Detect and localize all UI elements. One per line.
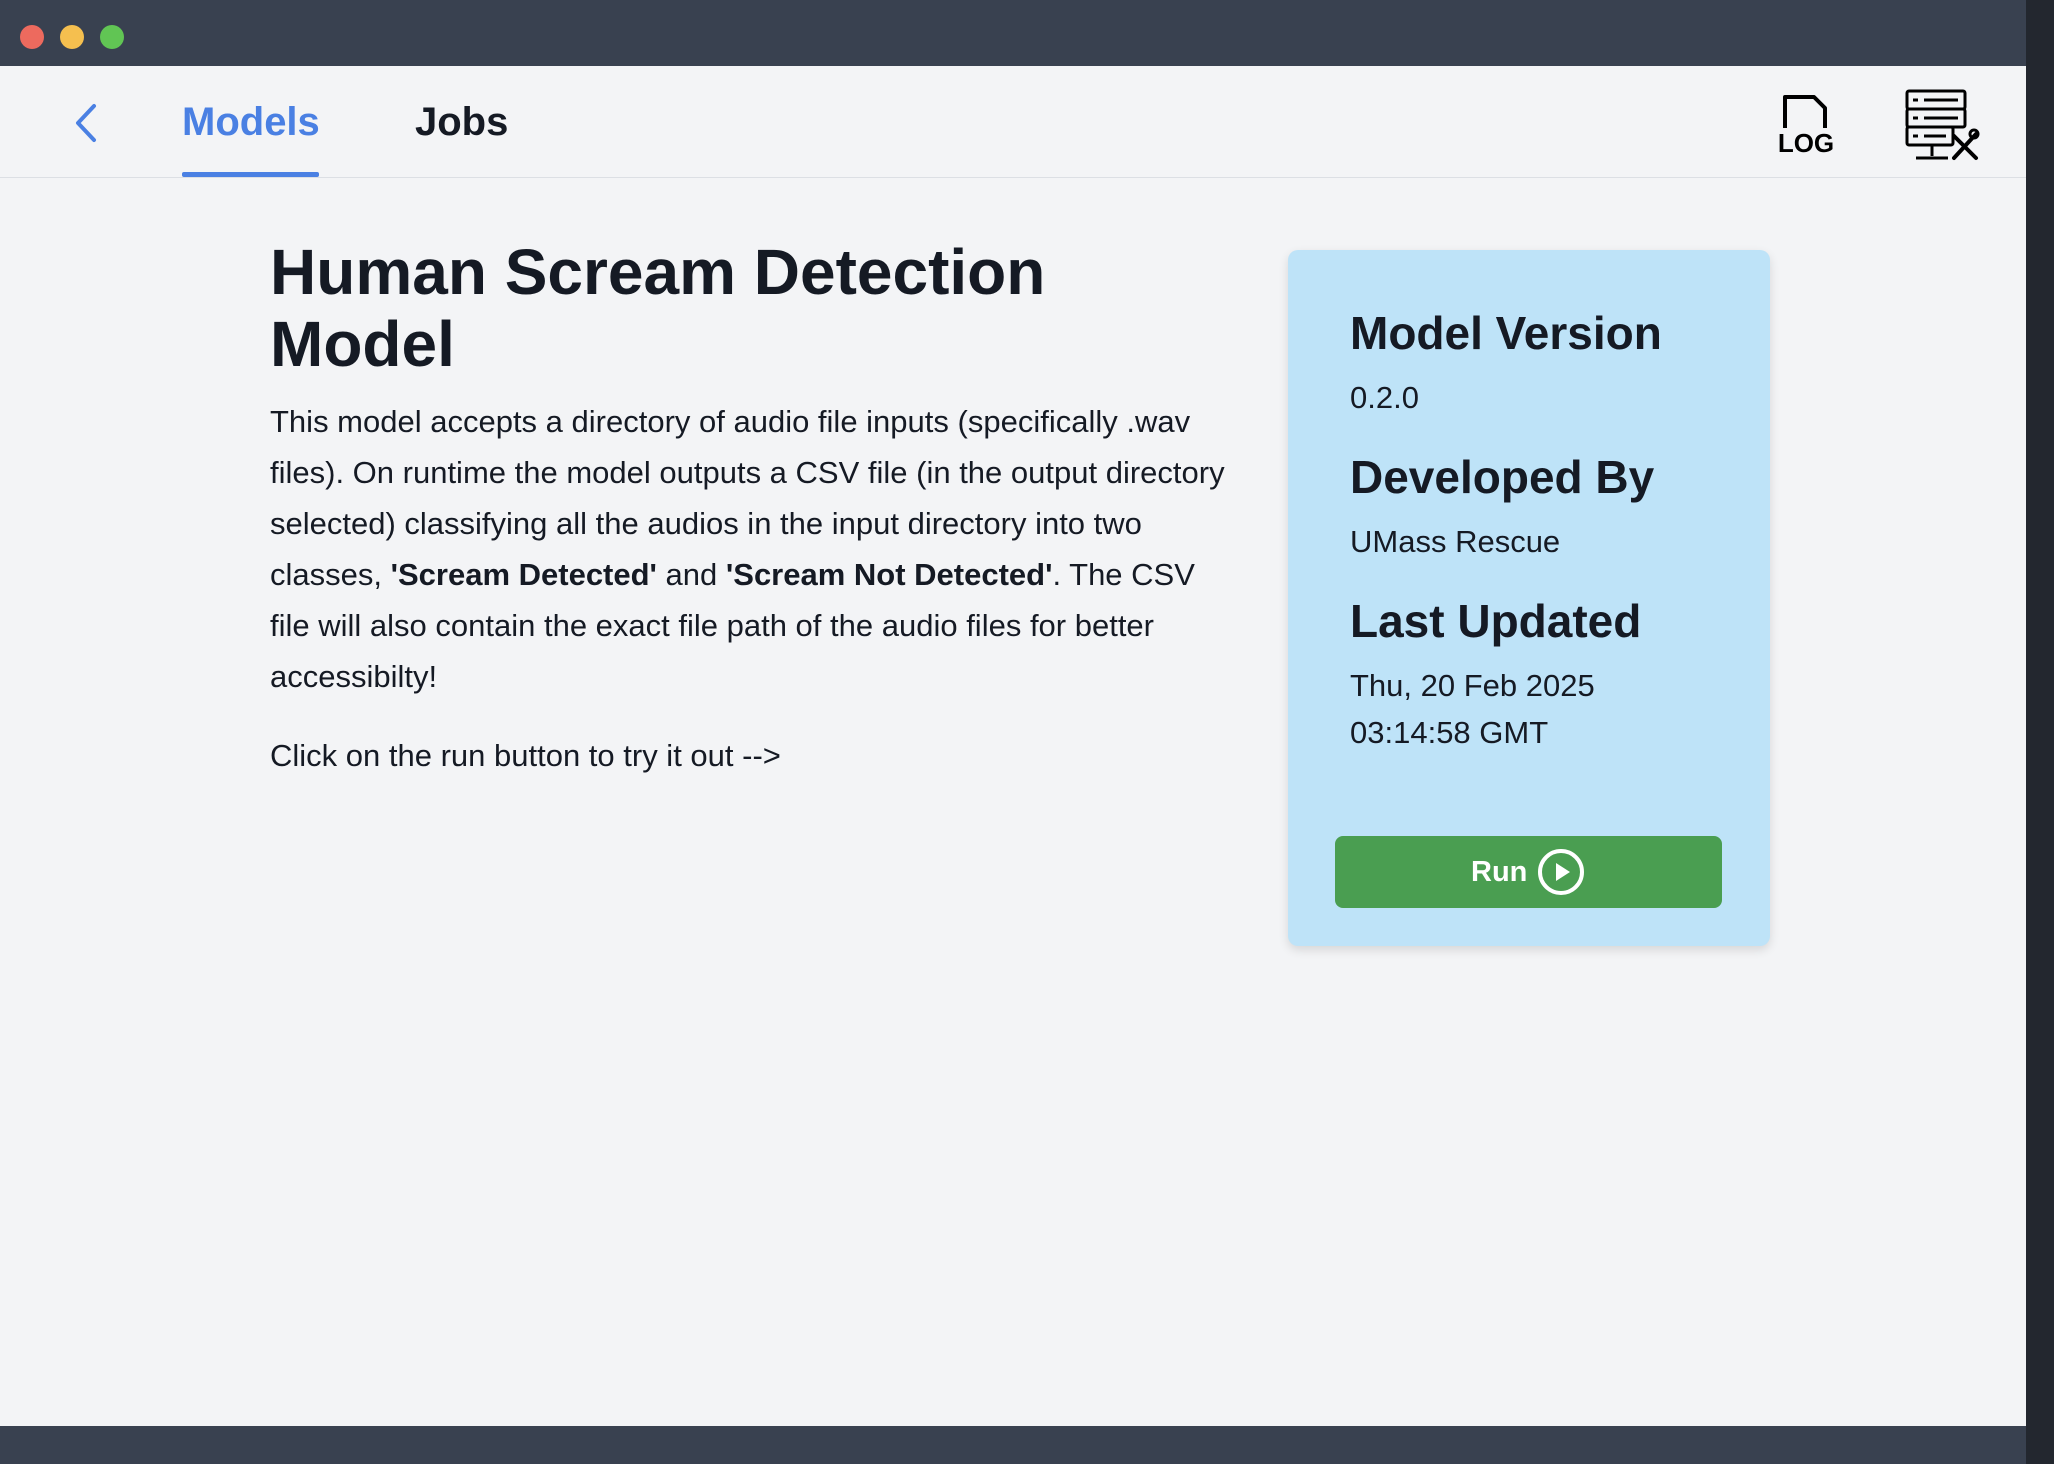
play-circle-icon: [1538, 849, 1584, 895]
last-updated-heading: Last Updated: [1350, 595, 1642, 647]
class-label-scream-detected: 'Scream Detected': [390, 557, 657, 592]
tab-models[interactable]: Models: [182, 102, 320, 142]
server-settings-button[interactable]: [1904, 88, 1980, 164]
close-window-button[interactable]: [20, 25, 44, 49]
active-tab-indicator: [182, 172, 319, 177]
desktop-background-strip: [2026, 0, 2054, 1464]
app-window: Models Jobs LOG Human Scream Detection M…: [0, 0, 2026, 1464]
chevron-left-icon: [76, 104, 96, 142]
class-label-scream-not-detected: 'Scream Not Detected': [725, 557, 1053, 592]
last-updated-value: Thu, 20 Feb 2025 03:14:58 GMT: [1350, 668, 1595, 750]
back-button[interactable]: [70, 102, 104, 144]
window-bottom-bar: [0, 1426, 2026, 1464]
model-info-card: Model Version 0.2.0 Developed By UMass R…: [1288, 250, 1770, 946]
run-instruction: Click on the run button to try it out --…: [270, 738, 781, 773]
server-settings-icon: [1905, 89, 1980, 160]
log-button[interactable]: LOG: [1776, 94, 1836, 158]
developed-by-value: UMass Rescue: [1350, 524, 1561, 559]
minimize-window-button[interactable]: [60, 25, 84, 49]
tab-jobs[interactable]: Jobs: [415, 102, 508, 142]
log-file-icon: [1783, 95, 1827, 128]
log-label: LOG: [1777, 128, 1835, 158]
model-version-heading: Model Version: [1350, 307, 1662, 359]
model-version-value: 0.2.0: [1350, 380, 1419, 415]
run-button[interactable]: Run: [1335, 836, 1722, 908]
maximize-window-button[interactable]: [100, 25, 124, 49]
run-button-label: Run: [1471, 856, 1528, 888]
developed-by-heading: Developed By: [1350, 451, 1655, 503]
model-detail-page: Human Scream Detection Model This model …: [0, 178, 2026, 1426]
window-titlebar: [0, 0, 2026, 66]
page-title: Human Scream Detection Model: [270, 236, 1046, 380]
top-navbar: Models Jobs LOG: [0, 66, 2026, 178]
model-description: This model accepts a directory of audio …: [270, 396, 1230, 702]
description-text-2: and: [656, 557, 726, 592]
